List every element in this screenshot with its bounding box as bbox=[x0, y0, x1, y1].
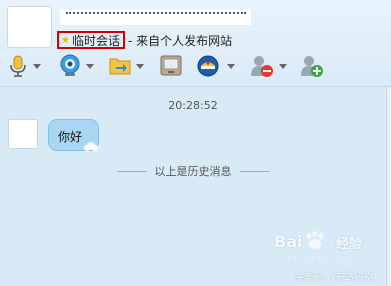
remote-desktop-icon[interactable] bbox=[160, 54, 182, 82]
app-center-icon[interactable] bbox=[196, 54, 220, 82]
remove-contact-dropdown-arrow[interactable] bbox=[279, 64, 287, 69]
history-divider-text: 以上是历史消息 bbox=[154, 165, 232, 178]
temp-session-label: 临时会话 bbox=[71, 33, 120, 48]
chat-header: ★ 临时会话 - 来自个人发布网站 bbox=[0, 0, 391, 88]
temp-session-highlight: ★ 临时会话 bbox=[57, 31, 125, 49]
paw-logo-icon bbox=[301, 230, 331, 256]
contact-avatar[interactable] bbox=[7, 6, 52, 48]
message-bubble: 你好 bbox=[48, 119, 99, 151]
file-dropdown-arrow[interactable] bbox=[136, 64, 144, 69]
file-transfer-icon[interactable] bbox=[108, 54, 132, 82]
message-timestamp: 20:28:52 bbox=[168, 99, 218, 112]
cloud-decoration-icon bbox=[83, 140, 99, 154]
watermark-author: 头条号 / 天马行空 bbox=[294, 273, 374, 284]
watermark-brand: Bai bbox=[274, 232, 303, 251]
video-dropdown-arrow[interactable] bbox=[86, 64, 94, 69]
baidu-jingyan-watermark: Bai 经验 jingyan.baidu.com 头条号 / 天马行空 bbox=[270, 230, 388, 284]
video-camera-icon[interactable] bbox=[58, 54, 82, 82]
redaction-scribble bbox=[66, 12, 246, 16]
app-dropdown-arrow[interactable] bbox=[227, 64, 235, 69]
microphone-icon[interactable] bbox=[8, 54, 28, 82]
watermark-url: jingyan.baidu.com bbox=[284, 254, 349, 262]
microphone-dropdown-arrow[interactable] bbox=[33, 64, 41, 69]
watermark-brand-suffix: 经验 bbox=[336, 237, 363, 252]
contact-name-redacted bbox=[60, 9, 251, 25]
chat-toolbar bbox=[0, 54, 391, 80]
sender-avatar[interactable] bbox=[8, 119, 38, 149]
temp-session-source: - 来自个人发布网站 bbox=[127, 33, 233, 48]
divider-line-left bbox=[116, 170, 147, 172]
divider-line-right bbox=[239, 170, 270, 172]
message-text: 你好 bbox=[58, 130, 83, 144]
add-contact-icon[interactable] bbox=[300, 54, 324, 82]
remove-contact-icon[interactable] bbox=[250, 54, 274, 82]
history-divider: 以上是历史消息 bbox=[0, 163, 386, 179]
session-info: ★ 临时会话 - 来自个人发布网站 bbox=[57, 31, 232, 49]
star-icon: ★ bbox=[61, 34, 70, 46]
